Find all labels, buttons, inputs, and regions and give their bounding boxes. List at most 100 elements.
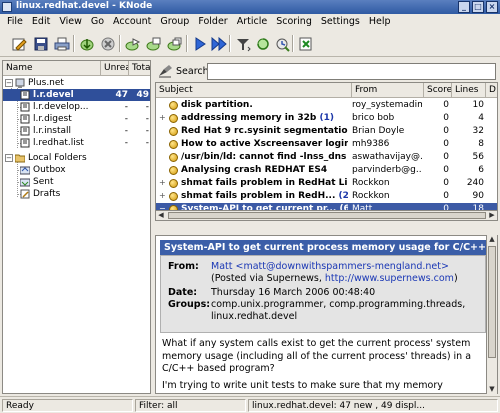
article-score: 0 (443, 139, 449, 149)
maximize-button[interactable]: □ (472, 1, 484, 13)
collapse-icon[interactable]: − (5, 79, 13, 87)
group-unread: - (124, 114, 128, 124)
menu-view[interactable]: View (55, 14, 87, 30)
sent-icon (20, 178, 30, 187)
column-header-date[interactable]: D (486, 83, 497, 98)
expand-thread-icon[interactable]: + (159, 192, 166, 200)
tree-folder-sent[interactable]: Sent (3, 176, 150, 188)
tree-folder-drafts[interactable]: Drafts (3, 188, 150, 200)
tree-account[interactable]: − Plus.net (3, 77, 150, 89)
folder-tree[interactable]: Name Unread Total − Plus.net l.r.devel 4… (2, 60, 151, 394)
new-article-icon[interactable] (9, 34, 28, 53)
delete-icon[interactable] (296, 34, 315, 53)
save-icon[interactable] (31, 34, 50, 53)
expand-thread-icon[interactable]: + (159, 179, 166, 187)
menu-settings[interactable]: Settings (317, 14, 365, 30)
tree-folder-outbox[interactable]: Outbox (3, 164, 150, 176)
scrollbar-thumb[interactable] (168, 212, 486, 219)
article-list-hscrollbar[interactable]: ◀ ▶ (155, 210, 498, 221)
menu-go[interactable]: Go (87, 14, 109, 30)
search-input[interactable] (207, 63, 496, 80)
stop-icon[interactable] (98, 34, 117, 53)
minimize-button[interactable]: _ (458, 1, 470, 13)
group-name: l.r.install (33, 126, 72, 136)
tree-group-item[interactable]: l.r.devel 47 49 (3, 89, 150, 101)
article-body-paragraph: I'm trying to write unit tests to make s… (162, 380, 443, 393)
collapse-icon[interactable]: − (5, 154, 13, 162)
expand-thread-icon[interactable]: + (159, 114, 166, 122)
from-label: From: (168, 261, 199, 272)
scrollbar-thumb[interactable] (488, 246, 496, 358)
column-header-score[interactable]: Score (424, 83, 452, 98)
article-row[interactable]: disk partition. roy_systemadim 0 10 (156, 99, 497, 112)
toolbar (0, 31, 500, 57)
menu-account[interactable]: Account (109, 14, 156, 30)
scroll-up-icon[interactable]: ▲ (487, 235, 497, 244)
article-row[interactable]: Analysing crash REDHAT ES4 parvinderb@g.… (156, 164, 497, 177)
article-from: mh9386 (352, 139, 390, 149)
column-header-unread[interactable]: Unread (101, 61, 129, 76)
forward-icon[interactable] (123, 34, 142, 53)
tree-group-item[interactable]: l.redhat.list - - (3, 137, 150, 149)
close-button[interactable]: × (486, 1, 498, 13)
column-header-name[interactable]: Name (3, 61, 101, 76)
clear-search-icon[interactable] (158, 64, 173, 78)
scroll-right-icon[interactable]: ▶ (487, 211, 497, 220)
title-bar[interactable]: linux.redhat.devel - KNode _ □ × (0, 0, 500, 14)
tree-local-folders[interactable]: − Local Folders (3, 152, 150, 164)
newsgroup-icon (20, 138, 30, 148)
article-row[interactable]: /usr/bin/ld: cannot find -lnss_dns aswat… (156, 151, 497, 164)
groups-value: comp.unix.programmer, comp.programming.t… (211, 299, 466, 322)
column-header-subject[interactable]: Subject (156, 83, 352, 98)
next-unread-icon[interactable] (209, 34, 228, 53)
folder-name: Sent (33, 177, 54, 187)
group-name: l.r.develop... (33, 102, 89, 112)
menu-scoring[interactable]: Scoring (272, 14, 317, 30)
filter-icon[interactable] (233, 34, 252, 53)
article-row[interactable]: + addressing memory in 32b (1) brico bob… (156, 112, 497, 125)
article-row[interactable]: + shmat fails problem in RedH... (2) Roc… (156, 190, 497, 203)
scroll-left-icon[interactable]: ◀ (156, 211, 166, 220)
article-vscrollbar[interactable]: ▲ ▼ (486, 235, 497, 394)
unread-icon (169, 153, 178, 162)
menu-edit[interactable]: Edit (28, 14, 55, 30)
get-articles-icon[interactable] (77, 34, 96, 53)
article-viewer[interactable]: System-API to get current process memory… (155, 235, 498, 394)
article-lines: 90 (472, 191, 484, 201)
supernews-link[interactable]: http://www.supernews.com (325, 273, 454, 284)
column-header-from[interactable]: From (352, 83, 424, 98)
sender-email-link[interactable]: <matt@downwithspammers-mengland.net> (236, 261, 449, 272)
drafts-icon (20, 189, 30, 199)
reply-all-icon[interactable] (165, 34, 184, 53)
tree-group-item[interactable]: l.r.develop... - - (3, 101, 150, 113)
column-header-lines[interactable]: Lines (452, 83, 486, 98)
tree-group-item[interactable]: l.r.install - - (3, 125, 150, 137)
scroll-down-icon[interactable]: ▼ (487, 385, 497, 394)
sender-name-link[interactable]: Matt (211, 261, 232, 272)
menu-folder[interactable]: Folder (194, 14, 232, 30)
next-article-icon[interactable] (190, 34, 209, 53)
article-row[interactable]: Red Hat 9 rc.sysinit segmentation... Bri… (156, 125, 497, 138)
article-row[interactable]: + shmat fails problem in RedHat Lin... R… (156, 177, 497, 190)
status-filter: Filter: all (135, 399, 246, 412)
print-icon[interactable] (52, 34, 71, 53)
expire-icon[interactable] (272, 34, 291, 53)
article-score: 0 (443, 113, 449, 123)
article-score: 0 (443, 126, 449, 136)
from-value: Matt <matt@downwithspammers-mengland.net… (211, 261, 479, 285)
refresh-icon[interactable] (253, 34, 272, 53)
menu-article[interactable]: Article (233, 14, 272, 30)
menu-file[interactable]: File (3, 14, 28, 30)
column-header-total[interactable]: Total (129, 61, 150, 76)
article-lines: 8 (478, 139, 484, 149)
article-list[interactable]: Subject From Score Lines D disk partitio… (155, 82, 498, 220)
tree-group-item[interactable]: l.r.digest - - (3, 113, 150, 125)
group-name: l.redhat.list (33, 138, 84, 148)
group-total: - (145, 138, 149, 148)
menu-bar: File Edit View Go Account Group Folder A… (0, 14, 500, 30)
pane-splitter[interactable] (155, 222, 498, 234)
reply-icon[interactable] (144, 34, 163, 53)
menu-group[interactable]: Group (156, 14, 194, 30)
article-row[interactable]: How to active Xscreensaver login ... mh9… (156, 138, 497, 151)
menu-help[interactable]: Help (365, 14, 396, 30)
